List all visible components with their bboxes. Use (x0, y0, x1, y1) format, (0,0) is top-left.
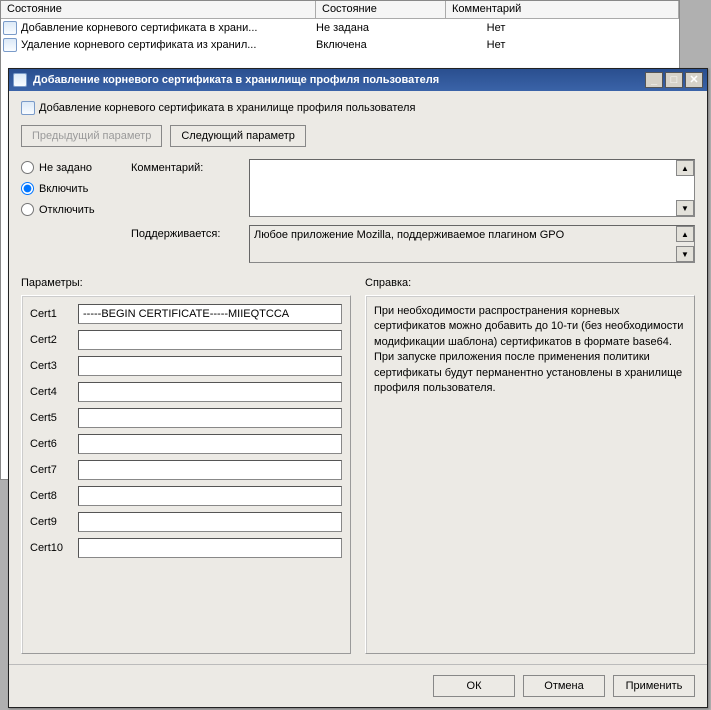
cert-row: Cert9 (30, 512, 342, 532)
supported-value: Любое приложение Mozilla, поддерживаемое… (254, 229, 564, 241)
cert-input-8[interactable] (78, 486, 342, 506)
cert-label: Cert10 (30, 542, 72, 554)
params-label: Параметры: (21, 277, 351, 289)
cert-row: Cert4 (30, 382, 342, 402)
titlebar[interactable]: Добавление корневого сертификата в храни… (9, 69, 707, 91)
table-row[interactable]: Добавление корневого сертификата в храни… (1, 19, 679, 36)
help-text: При необходимости распространения корнев… (366, 296, 694, 653)
cert-row: Cert2 (30, 330, 342, 350)
scroll-down-icon[interactable]: ▼ (676, 246, 694, 262)
radio-label: Не задано (39, 162, 92, 174)
row-state: Включена (316, 39, 446, 51)
cert-row: Cert7 (30, 460, 342, 480)
row-comment: Нет (446, 39, 546, 51)
cert-input-10[interactable] (78, 538, 342, 558)
supported-label: Поддерживается: (131, 225, 241, 240)
radio-disable[interactable]: Отключить (21, 203, 121, 216)
cert-row: Cert1 (30, 304, 342, 324)
cert-list[interactable]: Cert1 Cert2 Cert3 Cert4 Cert5 Cert6 Cert7 Cert8… (22, 296, 350, 653)
scroll-up-icon[interactable]: ▲ (676, 160, 694, 176)
cert-label: Cert5 (30, 412, 72, 424)
cert-input-6[interactable] (78, 434, 342, 454)
next-param-button[interactable]: Следующий параметр (170, 125, 306, 147)
comment-label: Комментарий: (131, 159, 241, 174)
cert-label: Cert7 (30, 464, 72, 476)
cert-label: Cert8 (30, 490, 72, 502)
policy-icon (3, 21, 17, 35)
comment-textarea[interactable]: ▲ ▼ (249, 159, 695, 217)
cert-input-2[interactable] (78, 330, 342, 350)
cert-label: Cert3 (30, 360, 72, 372)
cert-row: Cert6 (30, 434, 342, 454)
apply-button[interactable]: Применить (613, 675, 695, 697)
supported-text: Любое приложение Mozilla, поддерживаемое… (249, 225, 695, 263)
cert-input-9[interactable] (78, 512, 342, 532)
cert-input-1[interactable] (78, 304, 342, 324)
col-state2[interactable]: Состояние (316, 1, 446, 18)
cert-row: Cert5 (30, 408, 342, 428)
cert-label: Cert1 (30, 308, 72, 320)
help-panel: При необходимости распространения корнев… (365, 295, 695, 654)
ok-button[interactable]: ОК (433, 675, 515, 697)
cert-row: Cert8 (30, 486, 342, 506)
state-radio-group: Не задано Включить Отключить (21, 159, 121, 224)
cert-label: Cert2 (30, 334, 72, 346)
row-name: Добавление корневого сертификата в храни… (21, 22, 316, 34)
row-name: Удаление корневого сертификата из хранил… (21, 39, 316, 51)
col-state1[interactable]: Состояние (1, 1, 316, 18)
policy-icon (21, 101, 35, 115)
radio-not-set[interactable]: Не задано (21, 161, 121, 174)
radio-disable-input[interactable] (21, 203, 34, 216)
cert-input-3[interactable] (78, 356, 342, 376)
policy-icon (3, 38, 17, 52)
scroll-down-icon[interactable]: ▼ (676, 200, 694, 216)
policy-dialog: Добавление корневого сертификата в храни… (8, 68, 708, 708)
table-header: Состояние Состояние Комментарий (1, 1, 679, 19)
dialog-button-row: ОК Отмена Применить (9, 664, 707, 707)
radio-label: Отключить (39, 204, 95, 216)
cert-row: Cert10 (30, 538, 342, 558)
cert-label: Cert6 (30, 438, 72, 450)
col-comment[interactable]: Комментарий (446, 1, 679, 18)
cert-input-5[interactable] (78, 408, 342, 428)
params-panel: Cert1 Cert2 Cert3 Cert4 Cert5 Cert6 Cert7 Cert8… (21, 295, 351, 654)
close-button[interactable]: ✕ (685, 72, 703, 88)
window-title: Добавление корневого сертификата в храни… (33, 74, 645, 86)
radio-not-set-input[interactable] (21, 161, 34, 174)
row-state: Не задана (316, 22, 446, 34)
table-row[interactable]: Удаление корневого сертификата из хранил… (1, 36, 679, 53)
dialog-subtitle: Добавление корневого сертификата в храни… (39, 102, 415, 114)
app-icon (13, 73, 27, 87)
radio-enable[interactable]: Включить (21, 182, 121, 195)
prev-param-button: Предыдущий параметр (21, 125, 162, 147)
cert-input-4[interactable] (78, 382, 342, 402)
minimize-button[interactable]: _ (645, 72, 663, 88)
row-comment: Нет (446, 22, 546, 34)
help-label: Справка: (365, 277, 695, 289)
cert-row: Cert3 (30, 356, 342, 376)
cert-label: Cert4 (30, 386, 72, 398)
cert-input-7[interactable] (78, 460, 342, 480)
radio-label: Включить (39, 183, 88, 195)
maximize-button[interactable]: □ (665, 72, 683, 88)
scroll-up-icon[interactable]: ▲ (676, 226, 694, 242)
cancel-button[interactable]: Отмена (523, 675, 605, 697)
radio-enable-input[interactable] (21, 182, 34, 195)
cert-label: Cert9 (30, 516, 72, 528)
